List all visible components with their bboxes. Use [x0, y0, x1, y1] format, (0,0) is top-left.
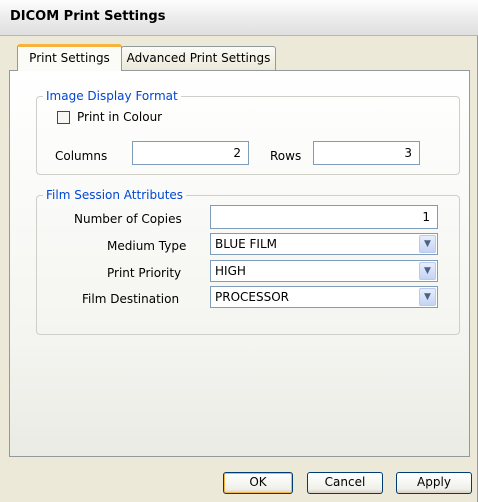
ok-button[interactable]: OK	[223, 472, 293, 494]
print-priority-value: HIGH	[215, 264, 246, 278]
apply-button[interactable]: Apply	[396, 472, 472, 494]
film-session-attributes-legend: Film Session Attributes	[46, 188, 184, 202]
print-settings-panel: Image Display Format Print in Colour Col…	[9, 70, 470, 457]
tab-advanced-print-settings[interactable]: Advanced Print Settings	[121, 46, 276, 70]
print-priority-label: Print Priority	[107, 266, 182, 280]
film-destination-label: Film Destination	[82, 292, 180, 306]
columns-input[interactable]: 2	[132, 141, 249, 165]
medium-type-select[interactable]: BLUE FILM ▼	[210, 233, 438, 255]
print-in-colour-checkbox[interactable]	[57, 111, 70, 124]
rows-input[interactable]: 3	[313, 141, 420, 165]
chevron-down-icon[interactable]: ▼	[419, 235, 436, 253]
title-bar[interactable]: DICOM Print Settings	[0, 0, 478, 36]
film-destination-value: PROCESSOR	[215, 290, 289, 304]
chevron-down-icon[interactable]: ▼	[419, 262, 436, 280]
tab-print-settings[interactable]: Print Settings	[17, 44, 122, 71]
columns-label: Columns	[55, 149, 108, 163]
film-destination-select[interactable]: PROCESSOR ▼	[210, 286, 438, 308]
number-of-copies-label: Number of Copies	[74, 212, 182, 226]
print-priority-select[interactable]: HIGH ▼	[210, 260, 438, 282]
rows-label: Rows	[270, 149, 302, 163]
window-title: DICOM Print Settings	[10, 9, 166, 24]
medium-type-label: Medium Type	[107, 239, 187, 253]
medium-type-value: BLUE FILM	[215, 237, 277, 251]
dicom-print-settings-dialog: DICOM Print Settings Print Settings Adva…	[0, 0, 478, 502]
image-display-format-legend: Image Display Format	[46, 89, 178, 103]
cancel-button[interactable]: Cancel	[307, 472, 383, 494]
chevron-down-icon[interactable]: ▼	[419, 288, 436, 306]
print-in-colour-label: Print in Colour	[77, 110, 163, 124]
number-of-copies-input[interactable]: 1	[210, 205, 438, 229]
